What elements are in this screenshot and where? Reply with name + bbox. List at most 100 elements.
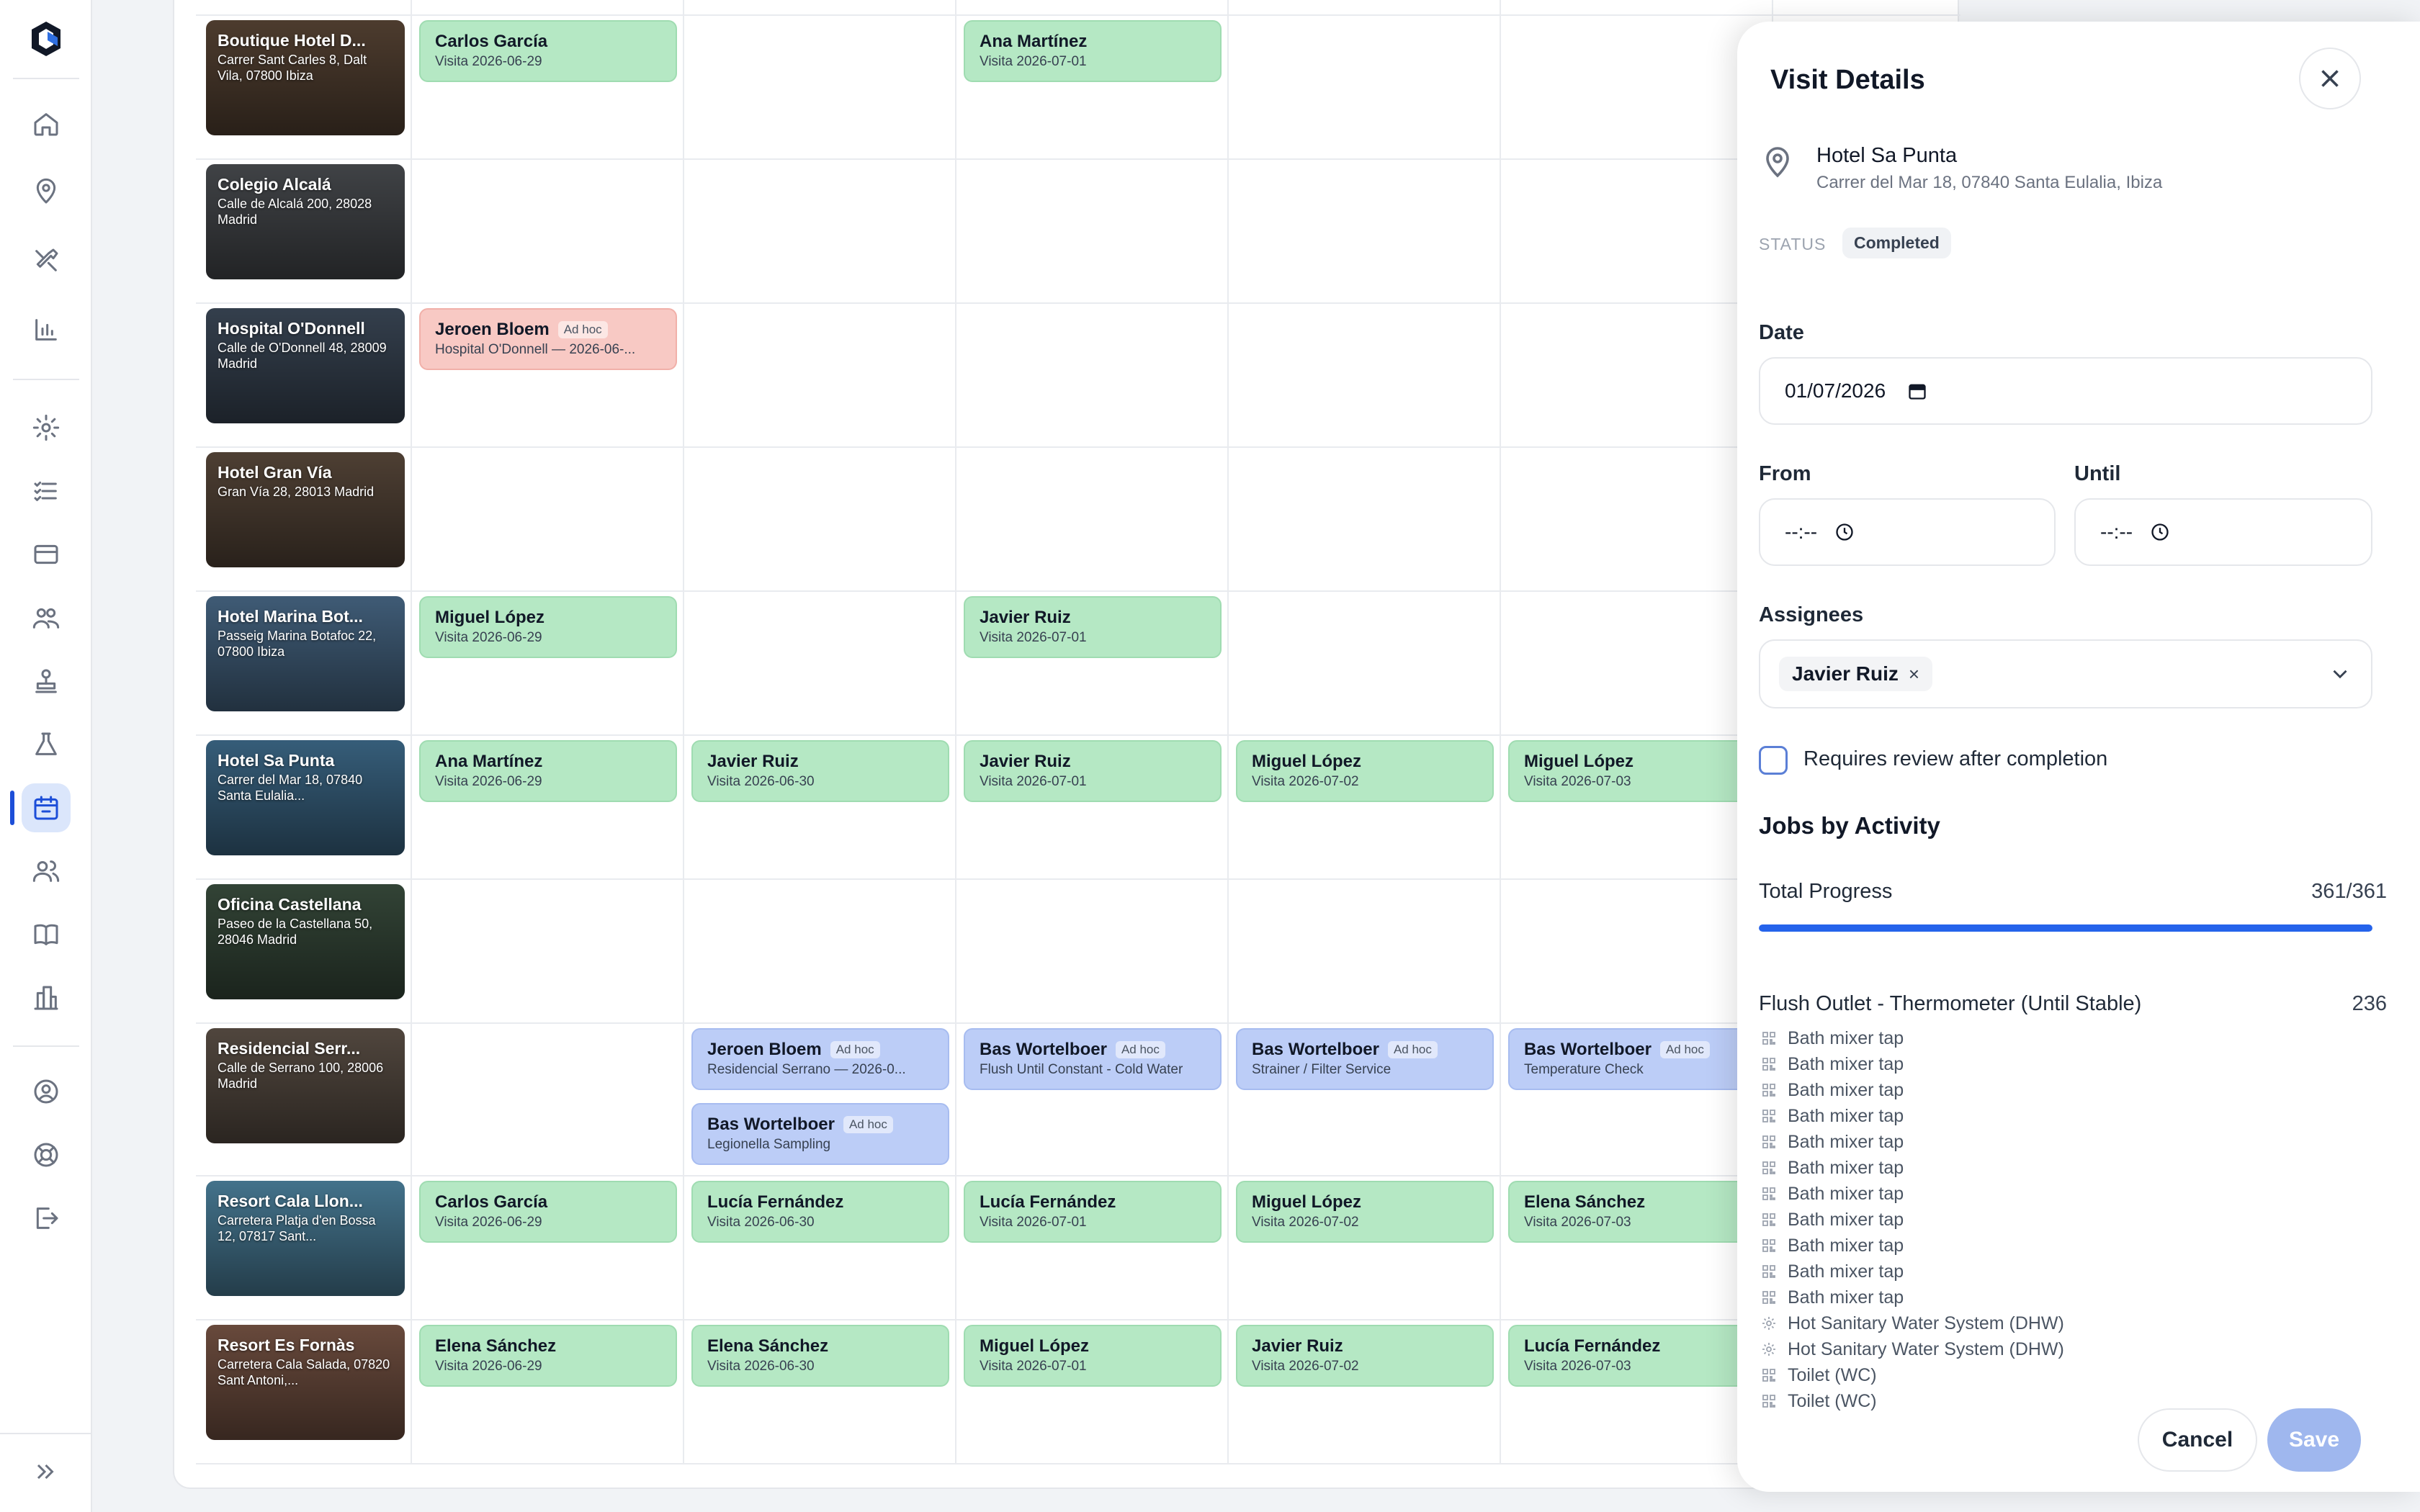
visit-card[interactable]: Ana Martínez Visita 2026-06-29 <box>419 740 677 802</box>
calendar-icon[interactable] <box>22 783 71 832</box>
help-icon[interactable] <box>22 1130 71 1179</box>
chevron-down-icon[interactable] <box>2328 662 2352 686</box>
visit-card[interactable]: Elena Sánchez Visita 2026-07-03 <box>1508 1181 1766 1243</box>
logout-icon[interactable] <box>22 1194 71 1243</box>
visit-card[interactable]: Carlos García Visita 2026-06-29 <box>419 20 677 82</box>
property-card[interactable]: Hotel Gran Vía Gran Vía 28, 28013 Madrid <box>206 452 405 567</box>
app-logo[interactable] <box>26 19 66 59</box>
visit-card[interactable]: Bas Wortelboer Ad hoc Temperature Check <box>1508 1028 1766 1090</box>
map-pin-icon[interactable] <box>22 167 71 216</box>
visit-card[interactable]: Lucía Fernández Visita 2026-06-30 <box>691 1181 949 1243</box>
until-time-field[interactable]: --:-- <box>2074 498 2372 566</box>
property-card[interactable]: Resort Es Fornàs Carretera Cala Salada, 0… <box>206 1325 405 1440</box>
bar-chart-icon[interactable] <box>22 305 71 354</box>
visit-card[interactable]: Javier Ruiz Visita 2026-07-01 <box>964 740 1222 802</box>
visit-card[interactable]: Miguel López Visita 2026-07-01 <box>964 1325 1222 1387</box>
visit-card[interactable]: Ana Martínez Visita 2026-07-01 <box>964 20 1222 82</box>
user-circle-icon[interactable] <box>22 1067 71 1116</box>
visit-subtitle: Visita 2026-06-30 <box>707 1215 815 1230</box>
visit-card[interactable]: Miguel López Visita 2026-07-02 <box>1236 1181 1494 1243</box>
clock-icon[interactable] <box>2150 522 2170 542</box>
job-label: Bath mixer tap <box>1788 1131 1904 1152</box>
visit-card[interactable]: Bas Wortelboer Ad hoc Legionella Sampling <box>691 1103 949 1165</box>
job-item[interactable]: Toilet (WC) <box>1760 1388 2064 1414</box>
adhoc-badge: Ad hoc <box>843 1116 893 1133</box>
job-item[interactable]: Bath mixer tap <box>1760 1181 2064 1207</box>
users-icon[interactable] <box>22 847 71 896</box>
calendar-icon[interactable] <box>1907 381 1927 401</box>
job-item[interactable]: Hot Sanitary Water System (DHW) <box>1760 1310 2064 1336</box>
visit-card[interactable]: Jeroen Bloem Ad hoc Hospital O'Donnell — 2… <box>419 308 677 370</box>
stamp-icon[interactable] <box>22 657 71 706</box>
gear-icon[interactable] <box>22 403 71 452</box>
visit-subtitle: Visita 2026-07-02 <box>1252 1215 1359 1230</box>
job-item[interactable]: Bath mixer tap <box>1760 1103 2064 1129</box>
expand-sidebar-button[interactable] <box>29 1456 60 1488</box>
qr-icon <box>1762 1291 1775 1304</box>
visit-card[interactable]: Elena Sánchez Visita 2026-06-29 <box>419 1325 677 1387</box>
job-label: Toilet (WC) <box>1788 1390 1877 1411</box>
flask-icon[interactable] <box>22 720 71 769</box>
property-card[interactable]: Hotel Marina Bot... Passeig Marina Botafo… <box>206 596 405 711</box>
visit-card[interactable]: Javier Ruiz Visita 2026-06-30 <box>691 740 949 802</box>
job-item[interactable]: Bath mixer tap <box>1760 1233 2064 1259</box>
job-item[interactable]: Bath mixer tap <box>1760 1025 2064 1051</box>
assignee-chip: Javier Ruiz × <box>1779 657 1933 691</box>
visit-card[interactable]: Elena Sánchez Visita 2026-06-30 <box>691 1325 949 1387</box>
sidebar-divider <box>0 1433 92 1434</box>
building-icon[interactable] <box>22 973 71 1022</box>
job-label: Bath mixer tap <box>1788 1209 1904 1230</box>
job-item[interactable]: Bath mixer tap <box>1760 1155 2064 1181</box>
team-icon[interactable] <box>22 593 71 642</box>
job-item[interactable]: Hot Sanitary Water System (DHW) <box>1760 1336 2064 1362</box>
visit-card[interactable]: Carlos García Visita 2026-06-29 <box>419 1181 677 1243</box>
job-item[interactable]: Bath mixer tap <box>1760 1051 2064 1077</box>
save-button[interactable]: Save <box>2267 1408 2361 1472</box>
visit-card[interactable]: Miguel López Visita 2026-07-03 <box>1508 740 1766 802</box>
home-icon[interactable] <box>22 99 71 148</box>
visit-subtitle: Visita 2026-07-01 <box>980 630 1087 645</box>
from-time-field[interactable]: --:-- <box>1759 498 2056 566</box>
tools-icon[interactable] <box>22 236 71 285</box>
visit-card[interactable]: Miguel López Visita 2026-07-02 <box>1236 740 1494 802</box>
job-item[interactable]: Bath mixer tap <box>1760 1207 2064 1233</box>
property-card[interactable]: Resort Cala Llon... Carretera Platja d'en… <box>206 1181 405 1296</box>
property-card[interactable]: Residencial Serr... Calle de Serrano 100,… <box>206 1028 405 1143</box>
from-label: From <box>1759 462 1811 485</box>
until-time-value: --:-- <box>2100 521 2133 543</box>
visit-assignee-name: Lucía Fernández <box>980 1192 1116 1212</box>
adhoc-badge: Ad hoc <box>830 1041 880 1058</box>
book-icon[interactable] <box>22 910 71 959</box>
visit-card[interactable]: Javier Ruiz Visita 2026-07-01 <box>964 596 1222 658</box>
job-item[interactable]: Bath mixer tap <box>1760 1129 2064 1155</box>
job-item[interactable]: Bath mixer tap <box>1760 1077 2064 1103</box>
visit-card[interactable]: Bas Wortelboer Ad hoc Flush Until Constant… <box>964 1028 1222 1090</box>
clock-icon[interactable] <box>1834 522 1855 542</box>
visit-card[interactable]: Javier Ruiz Visita 2026-07-02 <box>1236 1325 1494 1387</box>
card-icon[interactable] <box>22 530 71 579</box>
visit-card[interactable]: Bas Wortelboer Ad hoc Strainer / Filter Se… <box>1236 1028 1494 1090</box>
visit-card[interactable]: Miguel López Visita 2026-06-29 <box>419 596 677 658</box>
checklist-icon[interactable] <box>22 467 71 516</box>
property-card[interactable]: Oficina Castellana Paseo de la Castellana… <box>206 884 405 999</box>
grid-row-divider <box>196 158 1960 160</box>
property-card[interactable]: Colegio Alcalá Calle de Alcalá 200, 28028… <box>206 164 405 279</box>
remove-assignee-button[interactable]: × <box>1909 663 1919 685</box>
close-button[interactable] <box>2299 48 2361 109</box>
visit-assignee: Jeroen Bloem Ad hoc <box>435 320 661 340</box>
job-item[interactable]: Bath mixer tap <box>1760 1284 2064 1310</box>
job-item[interactable]: Toilet (WC) <box>1760 1362 2064 1388</box>
visit-assignee-name: Bas Wortelboer <box>980 1040 1107 1059</box>
review-checkbox[interactable] <box>1759 746 1788 775</box>
job-item[interactable]: Bath mixer tap <box>1760 1259 2064 1284</box>
date-field[interactable]: 01/07/2026 <box>1759 357 2372 425</box>
property-card[interactable]: Hospital O'Donnell Calle de O'Donnell 48,… <box>206 308 405 423</box>
property-card[interactable]: Boutique Hotel D... Carrer Sant Carles 8,… <box>206 20 405 135</box>
visit-card[interactable]: Lucía Fernández Visita 2026-07-01 <box>964 1181 1222 1243</box>
grid-row-divider <box>196 1022 1960 1024</box>
visit-card[interactable]: Jeroen Bloem Ad hoc Residencial Serrano — … <box>691 1028 949 1090</box>
visit-card[interactable]: Lucía Fernández Visita 2026-07-03 <box>1508 1325 1766 1387</box>
cancel-button[interactable]: Cancel <box>2138 1408 2257 1472</box>
assignees-select[interactable]: Javier Ruiz × <box>1759 639 2372 708</box>
property-card[interactable]: Hotel Sa Punta Carrer del Mar 18, 07840 S… <box>206 740 405 855</box>
